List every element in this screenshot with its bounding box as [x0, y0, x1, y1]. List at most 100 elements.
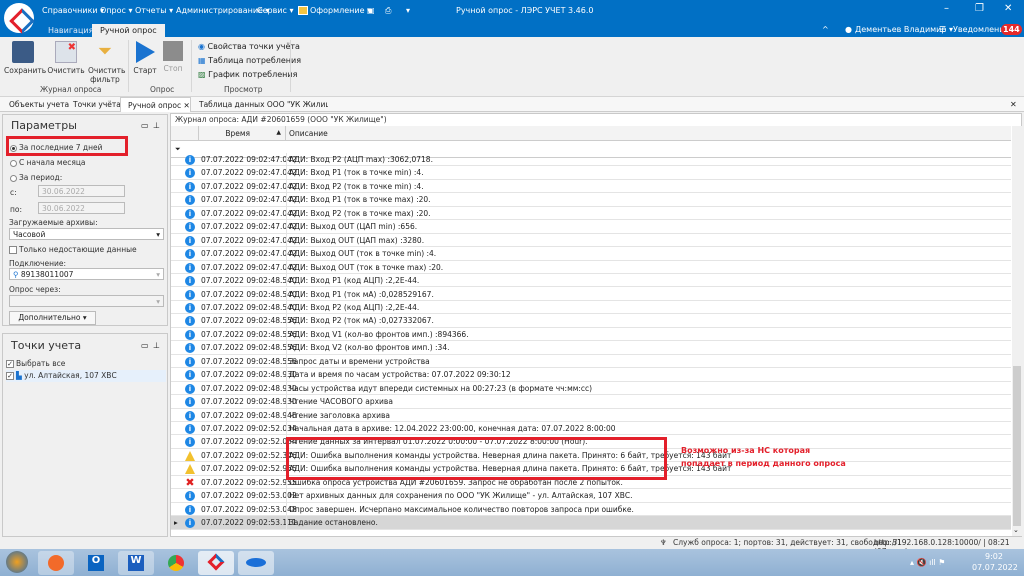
restore-icon[interactable]: ❐ — [975, 3, 984, 14]
table-row[interactable]: i 07.07.2022 09:02:48.556 АДИ: Вход P2 (то… — [171, 314, 1011, 328]
menu-reports[interactable]: Отчеты ▾ — [135, 6, 173, 15]
doc-tab-data-table[interactable]: Таблица данных ООО "УК Жилище" - ул — [192, 97, 328, 112]
clear-filter-button[interactable]: ⏷ Очистить фильтр — [88, 41, 125, 84]
save-icon[interactable]: ▣ — [367, 6, 375, 15]
vertical-scrollbar[interactable]: ⌄ — [1012, 126, 1022, 536]
pin-icon[interactable]: ⊥ — [153, 341, 160, 350]
only-missing-checkbox[interactable]: Только недостающие данные — [9, 245, 137, 254]
table-row[interactable]: i 07.07.2022 09:02:48.540 АДИ: Вход P2 (ко… — [171, 300, 1011, 315]
table-row[interactable]: i 07.07.2022 09:02:48.556 АДИ: Вход V2 (ко… — [171, 341, 1011, 355]
doc-tab-points[interactable]: Точки учёта — [66, 97, 128, 112]
menu-poll[interactable]: Опрос ▾ — [100, 6, 132, 15]
table-row[interactable]: i 07.07.2022 09:02:53.002 Нет архивных дан… — [171, 489, 1011, 503]
taskbar-chrome[interactable] — [158, 551, 194, 575]
info-icon: i — [185, 276, 195, 287]
radio-last-7-days[interactable]: За последние 7 дней — [10, 143, 103, 152]
via-select[interactable]: ▾ — [9, 295, 164, 307]
table-row[interactable]: i 07.07.2022 09:02:53.048 Опрос завершен. … — [171, 502, 1011, 517]
taskbar-outlook[interactable]: O — [78, 551, 114, 575]
appearance-icon — [298, 6, 308, 15]
table-row[interactable]: i 07.07.2022 09:02:47.042 АДИ: Вход P2 (то… — [171, 206, 1011, 221]
archive-select[interactable]: Часовой ▾ — [9, 228, 164, 240]
table-row[interactable]: i 07.07.2022 09:02:47.042 АДИ: Выход OUT (… — [171, 220, 1011, 234]
row-description: Опрос завершен. Исчерпано максимальное к… — [289, 504, 634, 514]
row-time: 07.07.2022 09:02:47.042 — [201, 249, 297, 259]
clock-date[interactable]: 07.07.2022 — [972, 563, 1018, 572]
start-button[interactable]: Старт — [132, 41, 158, 75]
table-row[interactable]: i 07.07.2022 09:02:47.042 АДИ: Выход OUT (… — [171, 260, 1011, 275]
column-time[interactable]: Время ▲ — [198, 126, 286, 141]
scroll-down-icon[interactable]: ⌄ — [1013, 526, 1019, 534]
table-row[interactable]: i 07.07.2022 09:02:48.540 АДИ: Вход P1 (то… — [171, 287, 1011, 301]
row-description: АДИ: Вход P1 (ток в точке min) :4. — [289, 168, 424, 178]
pin-icon[interactable]: ⊥ — [153, 121, 160, 130]
menu-admin[interactable]: Администрирование ▾ — [176, 6, 270, 15]
app-logo-icon[interactable] — [4, 3, 34, 33]
close-all-icon[interactable]: ✕ — [1010, 100, 1017, 109]
close-tab-icon[interactable]: ✕ — [184, 101, 190, 110]
consumption-chart-button[interactable]: ▨ График потребления — [198, 70, 297, 79]
table-row[interactable]: i 07.07.2022 09:02:47.042 АДИ: Выход OUT (… — [171, 233, 1011, 248]
play-icon — [135, 41, 155, 63]
taskbar: O W ▴ 🔇 ıll ⚑ 9:02 07.07.2022 — [0, 549, 1024, 576]
info-icon: i — [185, 208, 195, 219]
column-divider — [286, 489, 287, 503]
stop-button[interactable]: Стоп — [162, 41, 184, 73]
qat-dropdown-icon[interactable]: ▾ — [406, 6, 410, 15]
ribbon: Сохранить ✖ Очистить ⏷ Очистить фильтр Жур… — [0, 37, 1024, 97]
from-date-picker[interactable]: 30.06.2022 — [38, 185, 125, 197]
table-row[interactable]: i 07.07.2022 09:02:47.042 АДИ: Вход P1 (то… — [171, 193, 1011, 207]
start-menu-button[interactable] — [6, 551, 28, 573]
table-row[interactable]: i 07.07.2022 09:02:48.540 АДИ: Вход P1 (ко… — [171, 274, 1011, 288]
table-row[interactable]: i 07.07.2022 09:02:48.556 Запрос даты и вр… — [171, 354, 1011, 369]
scrollbar-thumb[interactable] — [1013, 366, 1021, 526]
doc-tab-manual-poll[interactable]: Ручной опрос ✕ — [120, 97, 191, 112]
clear-button[interactable]: ✖ Очистить — [47, 41, 85, 75]
radio-period-label: За период: — [19, 173, 63, 182]
point-properties-button[interactable]: ◉ Свойства точки учёта — [198, 42, 300, 51]
maximize-panel-icon[interactable]: ▭ — [141, 341, 149, 350]
list-icon: ☰ — [939, 25, 947, 34]
taskbar-app[interactable] — [238, 551, 274, 575]
table-row[interactable]: ▸ i 07.07.2022 09:02:53.111 Задание останов… — [171, 516, 1011, 530]
print-icon[interactable]: ⎙ — [385, 6, 391, 16]
table-row[interactable]: i 07.07.2022 09:02:47.042 АДИ: Выход OUT (… — [171, 247, 1011, 261]
tray-icons[interactable]: ▴ 🔇 ıll ⚑ — [910, 558, 945, 567]
to-date-picker[interactable]: 30.06.2022 — [38, 202, 125, 214]
maximize-panel-icon[interactable]: ▭ — [141, 121, 149, 130]
taskbar-firefox[interactable] — [38, 551, 74, 575]
close-icon[interactable]: ✕ — [1004, 3, 1012, 14]
consumption-table-button[interactable]: ▦ Таблица потребления — [198, 56, 301, 65]
table-row[interactable]: i 07.07.2022 09:02:48.946 Чтение заголовка… — [171, 408, 1011, 422]
row-description: Чтение ЧАСОВОГО архива — [289, 397, 393, 407]
more-button[interactable]: Дополнительно ▾ — [9, 311, 96, 325]
collapse-ribbon-icon[interactable]: ^ — [822, 25, 829, 34]
table-row[interactable]: i 07.07.2022 09:02:48.930 Дата и время по … — [171, 368, 1011, 382]
tab-manual-poll[interactable]: Ручной опрос — [92, 24, 165, 37]
menu-service[interactable]: Сервис ▾ — [257, 6, 293, 15]
save-button[interactable]: Сохранить — [4, 41, 46, 75]
column-desc[interactable]: Описание — [289, 129, 328, 138]
table-row[interactable]: i 07.07.2022 09:02:47.042 АДИ: Вход P2 (АЦ… — [171, 153, 1011, 167]
table-row[interactable]: i 07.07.2022 09:02:48.556 АДИ: Вход V1 (ко… — [171, 327, 1011, 342]
taskbar-word[interactable]: W — [118, 551, 154, 575]
clock-time[interactable]: 9:02 — [985, 552, 1003, 561]
table-row[interactable]: i 07.07.2022 09:02:48.930 Часы устройства … — [171, 381, 1011, 396]
taskbar-lers[interactable] — [198, 551, 234, 575]
table-row[interactable]: i 07.07.2022 09:02:47.042 АДИ: Вход P1 (то… — [171, 166, 1011, 180]
table-row[interactable]: i 07.07.2022 09:02:48.930 Чтение ЧАСОВОГО … — [171, 395, 1011, 409]
radio-month-start-label: С начала месяца — [19, 158, 86, 167]
radio-month-start[interactable]: С начала месяца — [10, 158, 86, 167]
minimize-icon[interactable]: – — [944, 3, 949, 14]
separator — [290, 40, 291, 92]
select-all-checkbox[interactable]: ✓ Выбрать все — [6, 359, 65, 368]
menu-appearance[interactable]: Оформление ▾ — [310, 6, 371, 15]
radio-period[interactable]: За период: — [10, 173, 62, 182]
point-item[interactable]: ✓ ▙ ул. Алтайская, 107 ХВС — [6, 370, 166, 382]
notifications-badge[interactable]: 144 — [1001, 24, 1022, 35]
connection-select[interactable]: ⚲ 89138011007 ▾ — [9, 268, 164, 280]
table-row[interactable]: i 07.07.2022 09:02:47.042 АДИ: Вход P2 (то… — [171, 179, 1011, 194]
doc-tab-objects[interactable]: Объекты учета — [2, 97, 76, 112]
menu-references[interactable]: Справочники ▾ — [42, 6, 104, 15]
table-row[interactable]: i 07.07.2022 09:02:52.034 Начальная дата в… — [171, 422, 1011, 436]
